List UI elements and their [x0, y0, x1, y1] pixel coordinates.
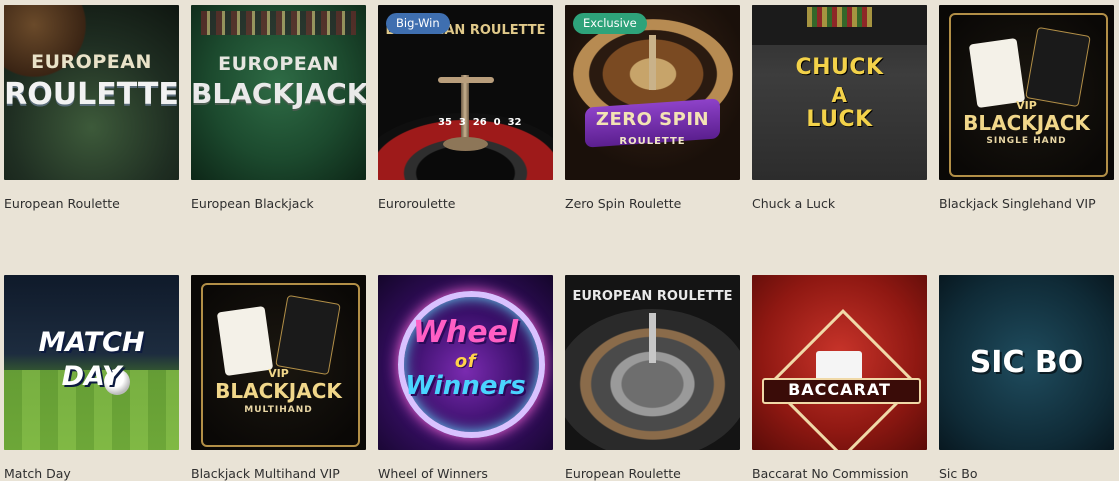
art-line-1: EUROPEAN ROULETTE [572, 289, 733, 304]
art-line-2: A [831, 83, 848, 107]
game-card-chuck-a-luck[interactable]: CHUCK A LUCK Chuck a Luck [752, 5, 927, 211]
game-title[interactable]: Match Day [4, 466, 179, 481]
game-card-euroroulette[interactable]: EUROPEAN ROULETTE 35 3 26 0 32 Big-Win E… [378, 5, 553, 211]
game-card-zero-spin-roulette[interactable]: ZERO SPIN ROULETTE Exclusive Zero Spin R… [565, 5, 740, 211]
art-line-3: MULTIHAND [244, 405, 313, 415]
badge-big-win: Big-Win [386, 13, 450, 34]
game-title[interactable]: Baccarat No Commission [752, 466, 927, 481]
art-line-1: EUROPEAN [31, 51, 152, 73]
art-line-1: BACCARAT [788, 380, 891, 399]
art-line-1: CHUCK [795, 55, 884, 80]
art-line-2: DAY [61, 361, 122, 392]
game-thumbnail[interactable]: EUROPEAN BLACKJACK [191, 5, 366, 180]
game-card-match-day[interactable]: MATCH DAY Match Day [4, 275, 179, 481]
game-title[interactable]: European Roulette [565, 466, 740, 481]
game-title[interactable]: Blackjack Singlehand VIP [939, 196, 1114, 211]
game-card-european-roulette[interactable]: EUROPEAN ROULETTE European Roulette [4, 5, 179, 211]
badge-exclusive: Exclusive [573, 13, 647, 34]
game-thumbnail[interactable]: BACCARAT [752, 275, 927, 450]
art-line-3: SINGLE HAND [986, 136, 1067, 146]
game-title[interactable]: European Roulette [4, 196, 179, 211]
art-line-2: ROULETTE [619, 136, 686, 147]
art-line-2: BLACKJACK [215, 379, 342, 403]
game-card-wheel-of-winners[interactable]: Wheel of Winners Wheel of Winners [378, 275, 553, 481]
game-card-sic-bo[interactable]: SIC BO Sic Bo [939, 275, 1114, 481]
game-thumbnail[interactable]: SIC BO [939, 275, 1114, 450]
art-line-2: of [454, 351, 477, 372]
art-line-2: ROULETTE [4, 77, 179, 112]
art-line-1: MATCH [38, 327, 145, 358]
art-line-3: LUCK [806, 107, 873, 132]
game-card-european-blackjack[interactable]: EUROPEAN BLACKJACK European Blackjack [191, 5, 366, 211]
game-title[interactable]: Wheel of Winners [378, 466, 553, 481]
art-line-1: EUROPEAN [218, 53, 339, 75]
art-line-3: Winners [405, 371, 526, 401]
art-line-2: BLACKJACK [963, 111, 1090, 135]
art-line-2: BLACKJACK [191, 77, 366, 110]
game-thumbnail[interactable]: VIP BLACKJACK SINGLE HAND [939, 5, 1114, 180]
game-thumbnail[interactable]: EUROPEAN ROULETTE [4, 5, 179, 180]
art-line-1: Wheel [412, 315, 519, 350]
game-thumbnail[interactable]: EUROPEAN ROULETTE [565, 275, 740, 450]
game-title[interactable]: Sic Bo [939, 466, 1114, 481]
game-thumbnail[interactable]: VIP BLACKJACK MULTIHAND [191, 275, 366, 450]
game-title[interactable]: Blackjack Multihand VIP [191, 466, 366, 481]
game-title[interactable]: Euroroulette [378, 196, 553, 211]
game-title[interactable]: Chuck a Luck [752, 196, 927, 211]
game-card-blackjack-multihand-vip[interactable]: VIP BLACKJACK MULTIHAND Blackjack Multih… [191, 275, 366, 481]
art-line-2: 35 3 26 0 32 [438, 117, 522, 128]
game-grid: EUROPEAN ROULETTE European Roulette EURO… [4, 5, 1114, 481]
game-card-blackjack-singlehand-vip[interactable]: VIP BLACKJACK SINGLE HAND Blackjack Sing… [939, 5, 1114, 211]
game-card-baccarat-no-commission[interactable]: BACCARAT Baccarat No Commission [752, 275, 927, 481]
game-title[interactable]: European Blackjack [191, 196, 366, 211]
art-line-1: ZERO SPIN [595, 109, 710, 130]
game-thumbnail[interactable]: Wheel of Winners [378, 275, 553, 450]
game-thumbnail[interactable]: CHUCK A LUCK [752, 5, 927, 180]
game-thumbnail[interactable]: MATCH DAY [4, 275, 179, 450]
game-title[interactable]: Zero Spin Roulette [565, 196, 740, 211]
game-card-european-roulette-2[interactable]: EUROPEAN ROULETTE European Roulette [565, 275, 740, 481]
art-line-1: SIC BO [969, 345, 1084, 380]
